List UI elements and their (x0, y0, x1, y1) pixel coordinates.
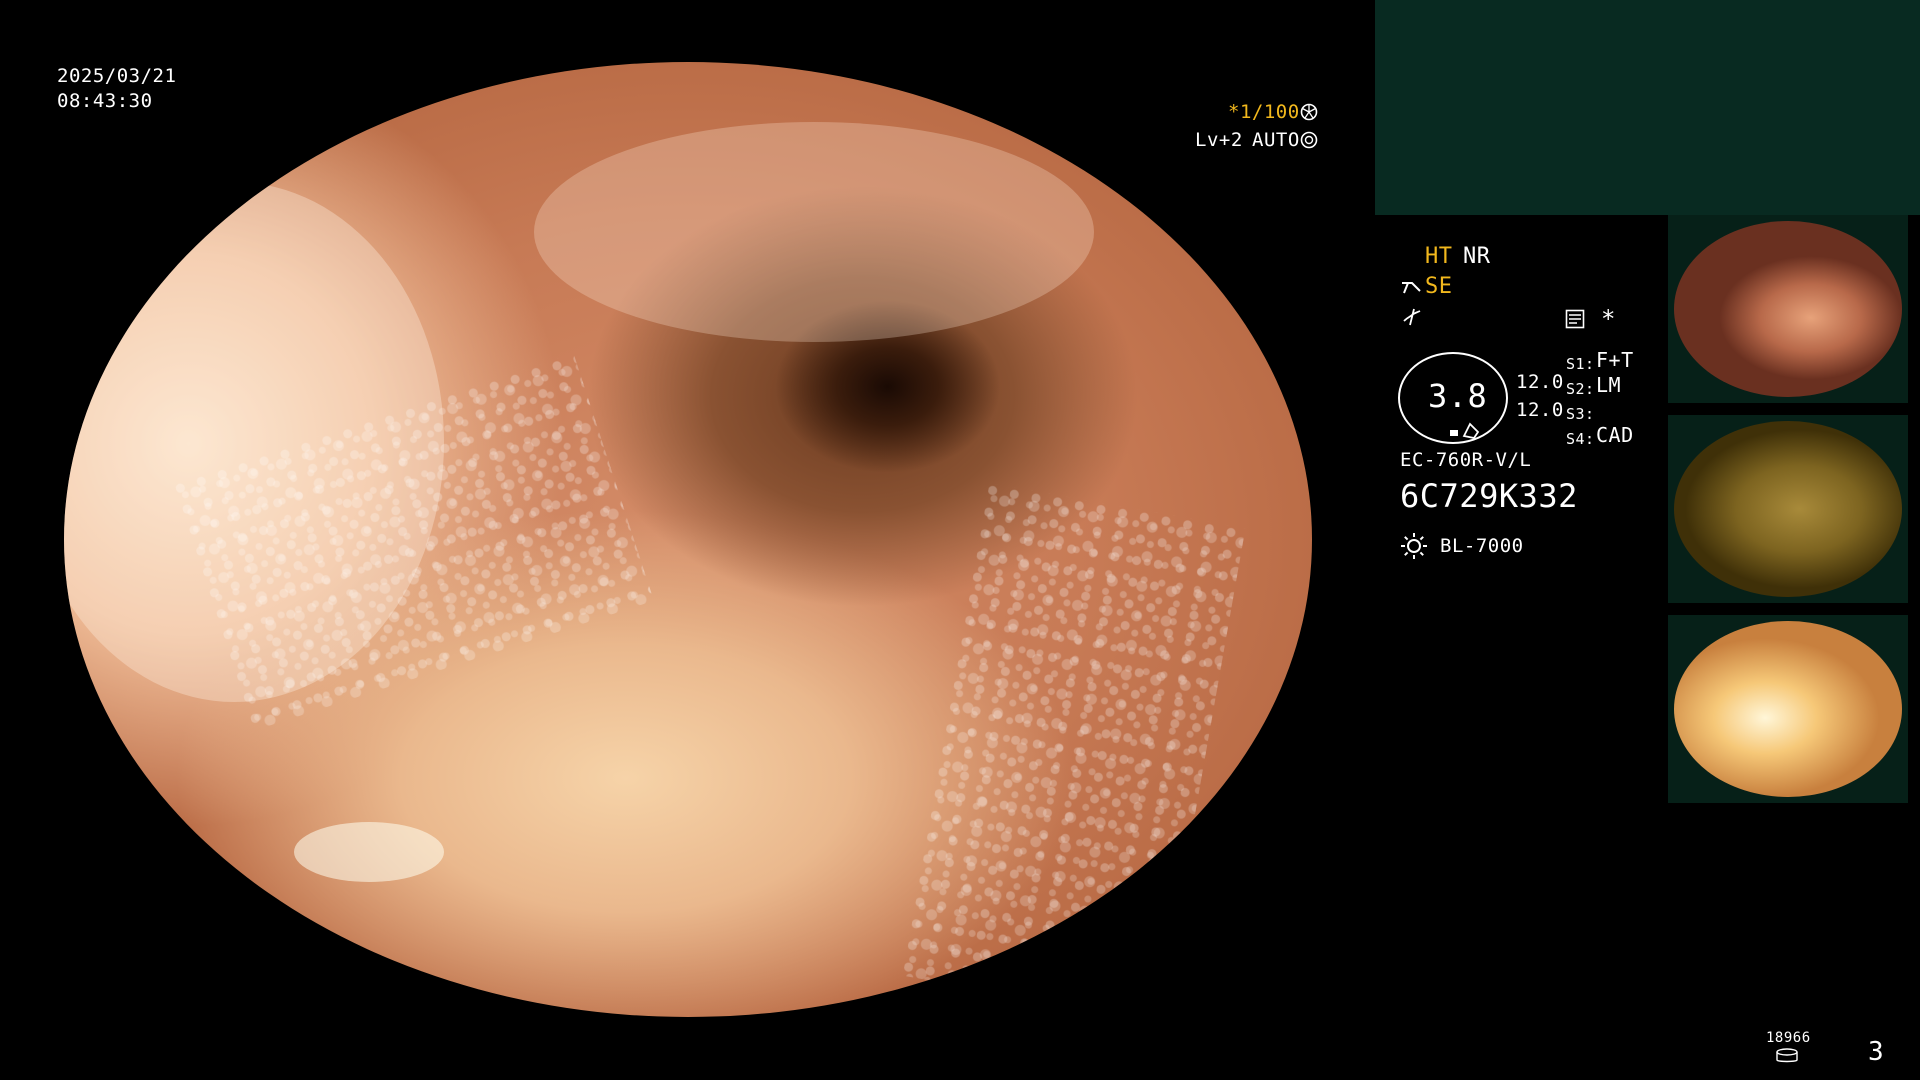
field-mask-bottom (0, 1017, 1375, 1080)
nr-label: NR (1463, 244, 1491, 269)
mucosal-fold-upper (534, 122, 1094, 342)
ht-label: HT (1425, 244, 1453, 269)
value-a: 12.0 (1516, 371, 1564, 393)
thumbnail-2-image (1674, 421, 1902, 597)
value-b: 12.0 (1516, 399, 1564, 421)
se-label: SE (1425, 274, 1453, 299)
thumbnail-1-image (1674, 221, 1902, 397)
level-text: Lv+2 (1195, 129, 1243, 151)
s4-value: CAD (1596, 423, 1634, 447)
zoom-value: 3.8 (1428, 377, 1488, 415)
image-count: 3 (1868, 1037, 1885, 1067)
s2-value: LM (1596, 373, 1622, 397)
s1-label: S1: (1566, 355, 1595, 373)
mode-text: AUTO (1252, 129, 1300, 151)
specular-highlight (294, 822, 444, 882)
iris-icon (1300, 131, 1318, 153)
thumbnail-3-image (1674, 621, 1902, 797)
storage-count: 18966 (1766, 1030, 1811, 1046)
memo-icon (1565, 309, 1585, 333)
wave-icon (1402, 307, 1422, 331)
aperture-icon (1300, 103, 1318, 125)
s2-label: S2: (1566, 380, 1595, 398)
thumbnail-2[interactable] (1668, 415, 1908, 603)
scope-serial: 6C729K332 (1400, 477, 1578, 515)
light-source: BL-7000 (1440, 535, 1524, 557)
s3-label: S3: (1566, 405, 1595, 423)
bubbles-right (902, 483, 1246, 1017)
scope-tip-icon (1448, 418, 1482, 444)
s4-label: S4: (1566, 430, 1595, 448)
shutter-text: *1/100 (1228, 101, 1300, 123)
s1-value: F+T (1596, 348, 1634, 372)
top-info-panel (1375, 0, 1920, 215)
thumbnail-3[interactable] (1668, 615, 1908, 803)
star-marker: * (1601, 305, 1616, 333)
date-text: 2025/03/21 (57, 65, 177, 87)
thumbnail-1[interactable] (1668, 215, 1908, 403)
storage-icon (1775, 1048, 1799, 1068)
lamp-icon (1400, 532, 1428, 564)
scope-model: EC-760R-V/L (1400, 449, 1532, 471)
field-mask-top (0, 0, 1375, 62)
endoscope-main-view (64, 62, 1312, 1017)
tube-icon (1400, 279, 1424, 301)
time-text: 08:43:30 (57, 90, 153, 112)
